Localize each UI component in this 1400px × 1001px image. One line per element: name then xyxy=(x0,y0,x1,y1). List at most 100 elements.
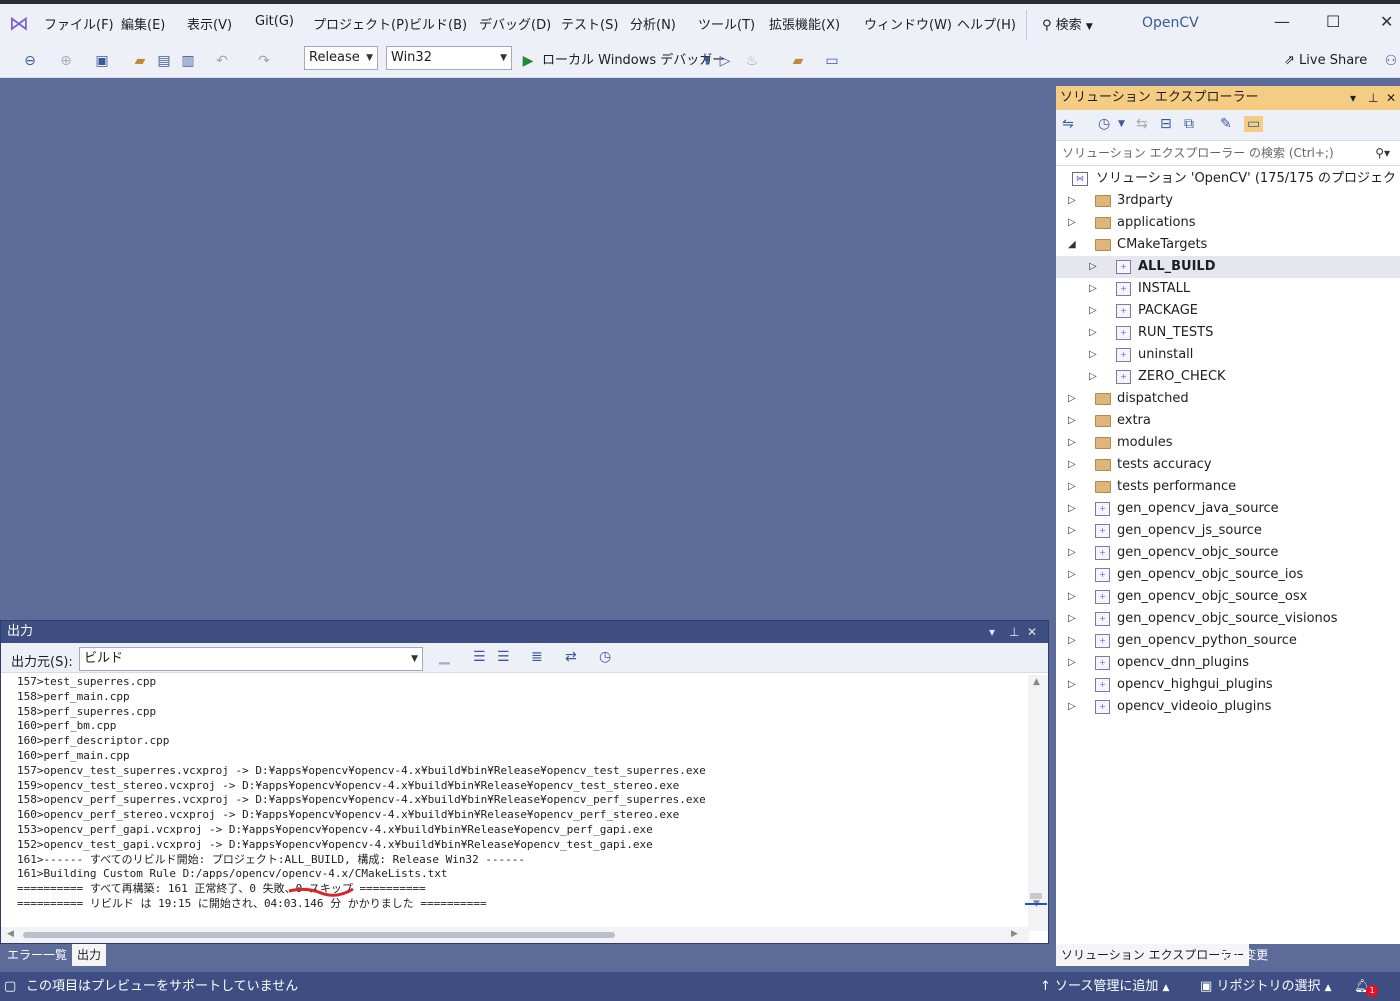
pending-changes-icon[interactable]: ◷ xyxy=(1098,116,1110,132)
tree-item[interactable]: ▷ + uninstall xyxy=(1056,344,1400,366)
tree-item[interactable]: ▷ + gen_opencv_objc_source_visionos xyxy=(1056,608,1400,630)
run-debugger-button[interactable]: ローカル Windows デバッガー xyxy=(542,49,725,73)
tree-item[interactable]: ◢ CMakeTargets xyxy=(1056,234,1400,256)
collapsed-chevron-icon[interactable]: ▷ xyxy=(1089,366,1097,388)
word-wrap-icon[interactable]: ⇄ xyxy=(565,649,577,665)
timestamp-icon[interactable]: ◷ xyxy=(599,649,611,665)
collapsed-chevron-icon[interactable]: ▷ xyxy=(1068,564,1076,586)
collapsed-chevron-icon[interactable]: ▷ xyxy=(1068,652,1076,674)
back-icon[interactable]: ⊖ xyxy=(20,50,40,72)
hot-reload-icon[interactable]: ♨ xyxy=(742,50,762,72)
tree-item[interactable]: ▷ + gen_opencv_java_source xyxy=(1056,498,1400,520)
tree-item[interactable]: ▷ dispatched xyxy=(1056,388,1400,410)
solution-folder-icon[interactable]: ▰ xyxy=(788,50,808,72)
switch-views-icon[interactable]: ⇋ xyxy=(1062,116,1074,132)
collapsed-chevron-icon[interactable]: ▷ xyxy=(1068,608,1076,630)
menu-window[interactable]: ウィンドウ(W) xyxy=(864,14,952,33)
tree-item[interactable]: ▷ + INSTALL xyxy=(1056,278,1400,300)
menu-view[interactable]: 表示(V) xyxy=(187,14,232,33)
pin-icon[interactable]: ⊥ xyxy=(1009,621,1019,643)
tree-item[interactable]: ▷ + PACKAGE xyxy=(1056,300,1400,322)
collapsed-chevron-icon[interactable]: ▷ xyxy=(1068,432,1076,454)
menu-extensions[interactable]: 拡張機能(X) xyxy=(769,14,840,33)
scroll-thumb[interactable] xyxy=(23,932,615,938)
find-message-icon[interactable]: ▁ xyxy=(439,649,450,665)
solution-root[interactable]: ⋈ ソリューション 'OpenCV' (175/175 のプロジェクト) xyxy=(1056,168,1400,190)
collapsed-chevron-icon[interactable]: ▷ xyxy=(1089,300,1097,322)
tree-item[interactable]: ▷ + gen_opencv_objc_source_osx xyxy=(1056,586,1400,608)
source-control-button[interactable]: ↑ ソース管理に追加 ▲ xyxy=(1040,972,1169,1001)
collapsed-chevron-icon[interactable]: ▷ xyxy=(1068,410,1076,432)
start-without-debugging-icon[interactable]: ▷ xyxy=(716,50,734,72)
sync-icon[interactable]: ⇆ xyxy=(1136,116,1148,132)
menu-project[interactable]: プロジェクト(P) xyxy=(313,14,409,33)
menu-test[interactable]: テスト(S) xyxy=(561,14,618,33)
configuration-dropdown[interactable]: Release ▼ xyxy=(304,46,378,70)
pin-icon[interactable]: ⊥ xyxy=(1368,86,1378,110)
scroll-up-icon[interactable]: ▲ xyxy=(1033,677,1040,687)
collapsed-chevron-icon[interactable]: ▷ xyxy=(1068,388,1076,410)
repository-button[interactable]: ▣ リポジトリの選択 ▲ xyxy=(1200,972,1332,1001)
collapsed-chevron-icon[interactable]: ▷ xyxy=(1068,476,1076,498)
scroll-left-icon[interactable]: ◀ xyxy=(7,929,14,939)
search-button[interactable]: ⚲ 検索 ▼ xyxy=(1042,14,1093,33)
previous-message-icon[interactable]: ☰ xyxy=(473,649,486,665)
minimize-button[interactable]: — xyxy=(1274,12,1290,31)
menu-help[interactable]: ヘルプ(H) xyxy=(957,14,1016,33)
collapse-all-icon[interactable]: ⊟ xyxy=(1160,116,1172,132)
scroll-right-icon[interactable]: ▶ xyxy=(1011,929,1018,939)
menu-debug[interactable]: デバッグ(D) xyxy=(479,14,551,33)
menu-file[interactable]: ファイル(F) xyxy=(44,14,114,33)
chevron-down-icon[interactable]: ▼ xyxy=(700,50,714,72)
tree-item[interactable]: ▷ applications xyxy=(1056,212,1400,234)
scroll-thumb[interactable] xyxy=(1030,893,1042,899)
solution-search-input[interactable]: ソリューション エクスプローラー の検索 (Ctrl+;) ⚲▾ xyxy=(1056,140,1400,166)
redo-icon[interactable]: ↷ xyxy=(254,50,274,72)
collapsed-chevron-icon[interactable]: ▷ xyxy=(1089,322,1097,344)
menu-analyze[interactable]: 分析(N) xyxy=(630,14,676,33)
tree-item[interactable]: ▷ 3rdparty xyxy=(1056,190,1400,212)
collapsed-chevron-icon[interactable]: ▷ xyxy=(1089,278,1097,300)
tree-item[interactable]: ▷ extra xyxy=(1056,410,1400,432)
tree-item[interactable]: ▷ + RUN_TESTS xyxy=(1056,322,1400,344)
new-project-icon[interactable]: ▣ xyxy=(92,50,112,72)
collapsed-chevron-icon[interactable]: ▷ xyxy=(1068,586,1076,608)
open-folder-icon[interactable]: ▰ xyxy=(130,50,150,72)
collapsed-chevron-icon[interactable]: ▷ xyxy=(1068,520,1076,542)
forward-icon[interactable]: ⊕ xyxy=(56,50,76,72)
chevron-down-icon[interactable]: ▼ xyxy=(1118,119,1125,129)
show-all-files-icon[interactable]: ⧉ xyxy=(1184,116,1194,132)
tree-item[interactable]: ▷ + opencv_dnn_plugins xyxy=(1056,652,1400,674)
collapsed-chevron-icon[interactable]: ▷ xyxy=(1068,498,1076,520)
menu-tools[interactable]: ツール(T) xyxy=(698,14,755,33)
tree-item[interactable]: ▷ + gen_opencv_python_source xyxy=(1056,630,1400,652)
tab-git-changes[interactable]: Git 変更 xyxy=(1218,944,1273,966)
close-panel-icon[interactable]: ✕ xyxy=(1027,621,1037,643)
tree-item[interactable]: ▷ + ZERO_CHECK xyxy=(1056,366,1400,388)
tree-item[interactable]: ▷ + opencv_highgui_plugins xyxy=(1056,674,1400,696)
close-panel-icon[interactable]: ✕ xyxy=(1386,86,1396,110)
undo-icon[interactable]: ↶ xyxy=(212,50,232,72)
tree-item[interactable]: ▷ modules xyxy=(1056,432,1400,454)
tree-item[interactable]: ▷ tests performance xyxy=(1056,476,1400,498)
window-layout-icon[interactable]: ▭ xyxy=(822,50,842,72)
collapsed-chevron-icon[interactable]: ▷ xyxy=(1068,212,1076,234)
expanded-chevron-icon[interactable]: ◢ xyxy=(1068,234,1076,256)
start-debugging-icon[interactable]: ▶ xyxy=(520,50,536,72)
collapsed-chevron-icon[interactable]: ▷ xyxy=(1068,454,1076,476)
tree-item[interactable]: ▷ + ALL_BUILD xyxy=(1056,256,1400,278)
tab-output[interactable]: 出力 xyxy=(72,944,107,966)
tree-item[interactable]: ▷ tests accuracy xyxy=(1056,454,1400,476)
close-button[interactable]: ✕ xyxy=(1380,12,1393,31)
window-position-icon[interactable]: ▾ xyxy=(1350,86,1356,110)
save-all-icon[interactable]: ▥ xyxy=(178,50,198,72)
collapsed-chevron-icon[interactable]: ▷ xyxy=(1068,674,1076,696)
clear-all-icon[interactable]: ≣ xyxy=(531,649,543,665)
live-share-button[interactable]: ⇗ Live Share xyxy=(1284,49,1367,73)
collapsed-chevron-icon[interactable]: ▷ xyxy=(1068,630,1076,652)
next-message-icon[interactable]: ☰ xyxy=(497,649,510,665)
collapsed-chevron-icon[interactable]: ▷ xyxy=(1068,542,1076,564)
output-source-dropdown[interactable]: ビルド ▼ xyxy=(79,647,423,671)
menu-edit[interactable]: 編集(E) xyxy=(121,14,165,33)
window-position-icon[interactable]: ▾ xyxy=(989,621,995,643)
